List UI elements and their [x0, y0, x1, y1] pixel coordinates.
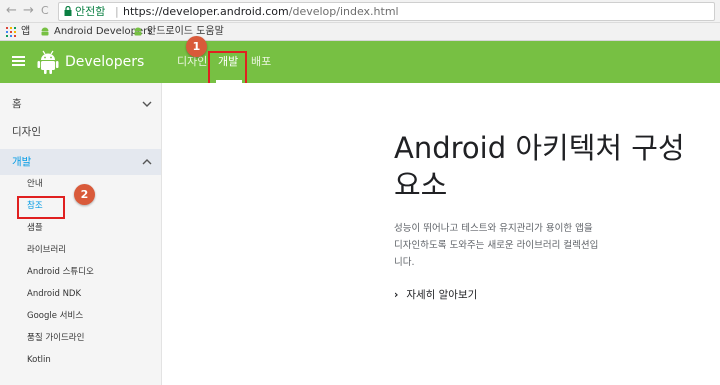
bookmark-apps[interactable]: 앱 [21, 23, 30, 40]
site-header: Developers 디자인 개발 배포 [0, 41, 720, 83]
description-line: 성능이 뛰어나고 테스트와 유지관리가 용이한 앱을 [394, 223, 593, 234]
page-title-line: Android 아키텍처 구성 [394, 131, 685, 165]
page-title: Android 아키텍처 구성 요소 [394, 130, 704, 204]
brand-name[interactable]: Developers [65, 53, 144, 71]
description-line: 디자인하도록 도와주는 새로운 라이브러리 컬렉션입 [394, 240, 599, 251]
url-host: https://developer.android.com [123, 5, 289, 18]
sidebar-subitem-label: Android NDK [27, 289, 82, 299]
forward-icon[interactable]: → [23, 3, 34, 19]
chevron-down-icon [142, 101, 152, 107]
sidebar-subitem-label: 품질 가이드라인 [27, 333, 85, 343]
android-icon [134, 27, 142, 36]
apps-icon[interactable] [6, 27, 16, 37]
menu-icon[interactable] [12, 56, 25, 67]
sidebar-item-label: 개발 [12, 156, 32, 168]
sidebar-item-label: 디자인 [12, 126, 41, 138]
main-content: Android 아키텍처 구성 요소 성능이 뛰어나고 테스트와 유지관리가 용… [162, 83, 720, 385]
url-text: https://developer.android.com/develop/in… [123, 3, 399, 20]
sidebar-subitem-google-services[interactable]: Google 서비스 [0, 306, 161, 326]
reload-icon[interactable]: C [41, 3, 49, 19]
learn-more-label: 자세히 알아보기 [406, 289, 478, 301]
annotation-step-2: 2 [74, 184, 95, 205]
bookmark-android-help[interactable]: 안드로이드 도움말 [133, 23, 224, 40]
sidebar-subitem-android-studio[interactable]: Android 스튜디오 [0, 262, 161, 282]
annotation-step-1: 1 [186, 36, 207, 57]
sidebar-subitem-kotlin[interactable]: Kotlin [0, 350, 161, 370]
tab-distribute[interactable]: 배포 [251, 54, 271, 69]
learn-more-link[interactable]: › 자세히 알아보기 [394, 287, 477, 303]
sidebar-subitem-quality-guidelines[interactable]: 품질 가이드라인 [0, 328, 161, 348]
browser-toolbar: ← → C 안전함 | https://developer.android.co… [0, 0, 720, 23]
page-title-line: 요소 [394, 168, 448, 202]
address-bar[interactable]: 안전함 | https://developer.android.com/deve… [58, 2, 715, 21]
sidebar-subitem-label: 라이브러리 [27, 245, 67, 255]
page-description: 성능이 뛰어나고 테스트와 유지관리가 용이한 앱을 디자인하도록 도와주는 새… [394, 220, 679, 271]
url-separator: | [115, 5, 119, 18]
sidebar-subitem-libraries[interactable]: 라이브러리 [0, 240, 161, 260]
sidebar-subitem-label: Google 서비스 [27, 311, 84, 321]
android-icon [41, 27, 49, 36]
bookmark-label: 안드로이드 도움말 [147, 26, 224, 37]
sidebar-subitem-android-ndk[interactable]: Android NDK [0, 284, 161, 304]
chevron-up-icon [142, 159, 152, 165]
url-path: /develop/index.html [288, 5, 399, 18]
back-icon[interactable]: ← [6, 3, 17, 19]
sidebar-item-develop[interactable]: 개발 [0, 149, 161, 175]
description-line: 니다. [394, 257, 415, 268]
sidebar-item-home[interactable]: 홈 [0, 91, 161, 117]
sidebar-subitem-samples[interactable]: 샘플 [0, 218, 161, 238]
android-logo-icon [37, 50, 59, 74]
annotation-highlight-reference [17, 196, 65, 219]
sidebar: 홈 디자인 개발 안내 참조 샘플 라이브러리 Android 스튜디오 And… [0, 83, 162, 385]
secure-label: 안전함 [75, 5, 106, 18]
bookmarks-bar: 앱 Android Developers 안드로이드 도움말 [0, 23, 720, 41]
sidebar-item-label: 홈 [12, 98, 22, 110]
chevron-right-icon: › [394, 289, 399, 301]
sidebar-item-design[interactable]: 디자인 [0, 119, 161, 145]
lock-icon [64, 6, 72, 16]
sidebar-subitem-label: 안내 [27, 179, 43, 189]
sidebar-subitem-label: 샘플 [27, 223, 43, 233]
sidebar-subitem-label: Android 스튜디오 [27, 267, 94, 277]
sidebar-subitem-label: Kotlin [27, 355, 51, 365]
